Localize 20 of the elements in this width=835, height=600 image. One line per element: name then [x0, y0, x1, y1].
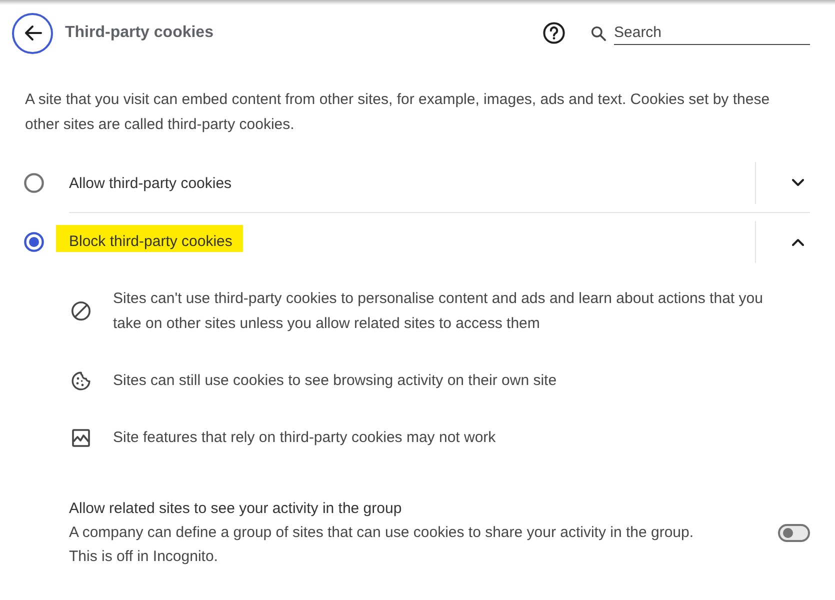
block-icon: [71, 301, 91, 321]
option-label[interactable]: Block third-party cookies: [56, 224, 244, 252]
setting-description: A company can define a group of sites that can use cookies to share your activity in the group. This is off in Incognito.: [69, 523, 695, 567]
help-icon[interactable]: [543, 22, 565, 44]
description-text: A site that you visit can embed content from other sites, for example, images, ads and text. Cookies set by these other sites are called third-party cookies.: [25, 90, 771, 135]
search-field[interactable]: Search: [614, 24, 810, 44]
search-icon: [591, 26, 606, 40]
detail-text: Sites can't use third-party cookies to personalise content and ads and learn about actions that you take on other sites unless you allow related sites to access them: [113, 289, 764, 334]
back-button[interactable]: [12, 12, 53, 54]
detail-text: Site features that rely on third-party cookies may not work: [113, 428, 496, 448]
detail-text: Sites can still use cookies to see browsing activity on their own site: [113, 371, 557, 391]
setting-title: Allow related sites to see your activity in the group: [69, 499, 403, 519]
option-label[interactable]: Allow third-party cookies: [69, 174, 232, 192]
page-title: Third-party cookies: [65, 24, 214, 42]
back-arrow-icon: [22, 23, 42, 43]
radio-button[interactable]: [24, 232, 44, 252]
cookie-icon: [71, 370, 91, 390]
radio-button[interactable]: [24, 173, 44, 193]
image-icon: [71, 428, 91, 448]
toggle-switch[interactable]: [778, 524, 810, 542]
